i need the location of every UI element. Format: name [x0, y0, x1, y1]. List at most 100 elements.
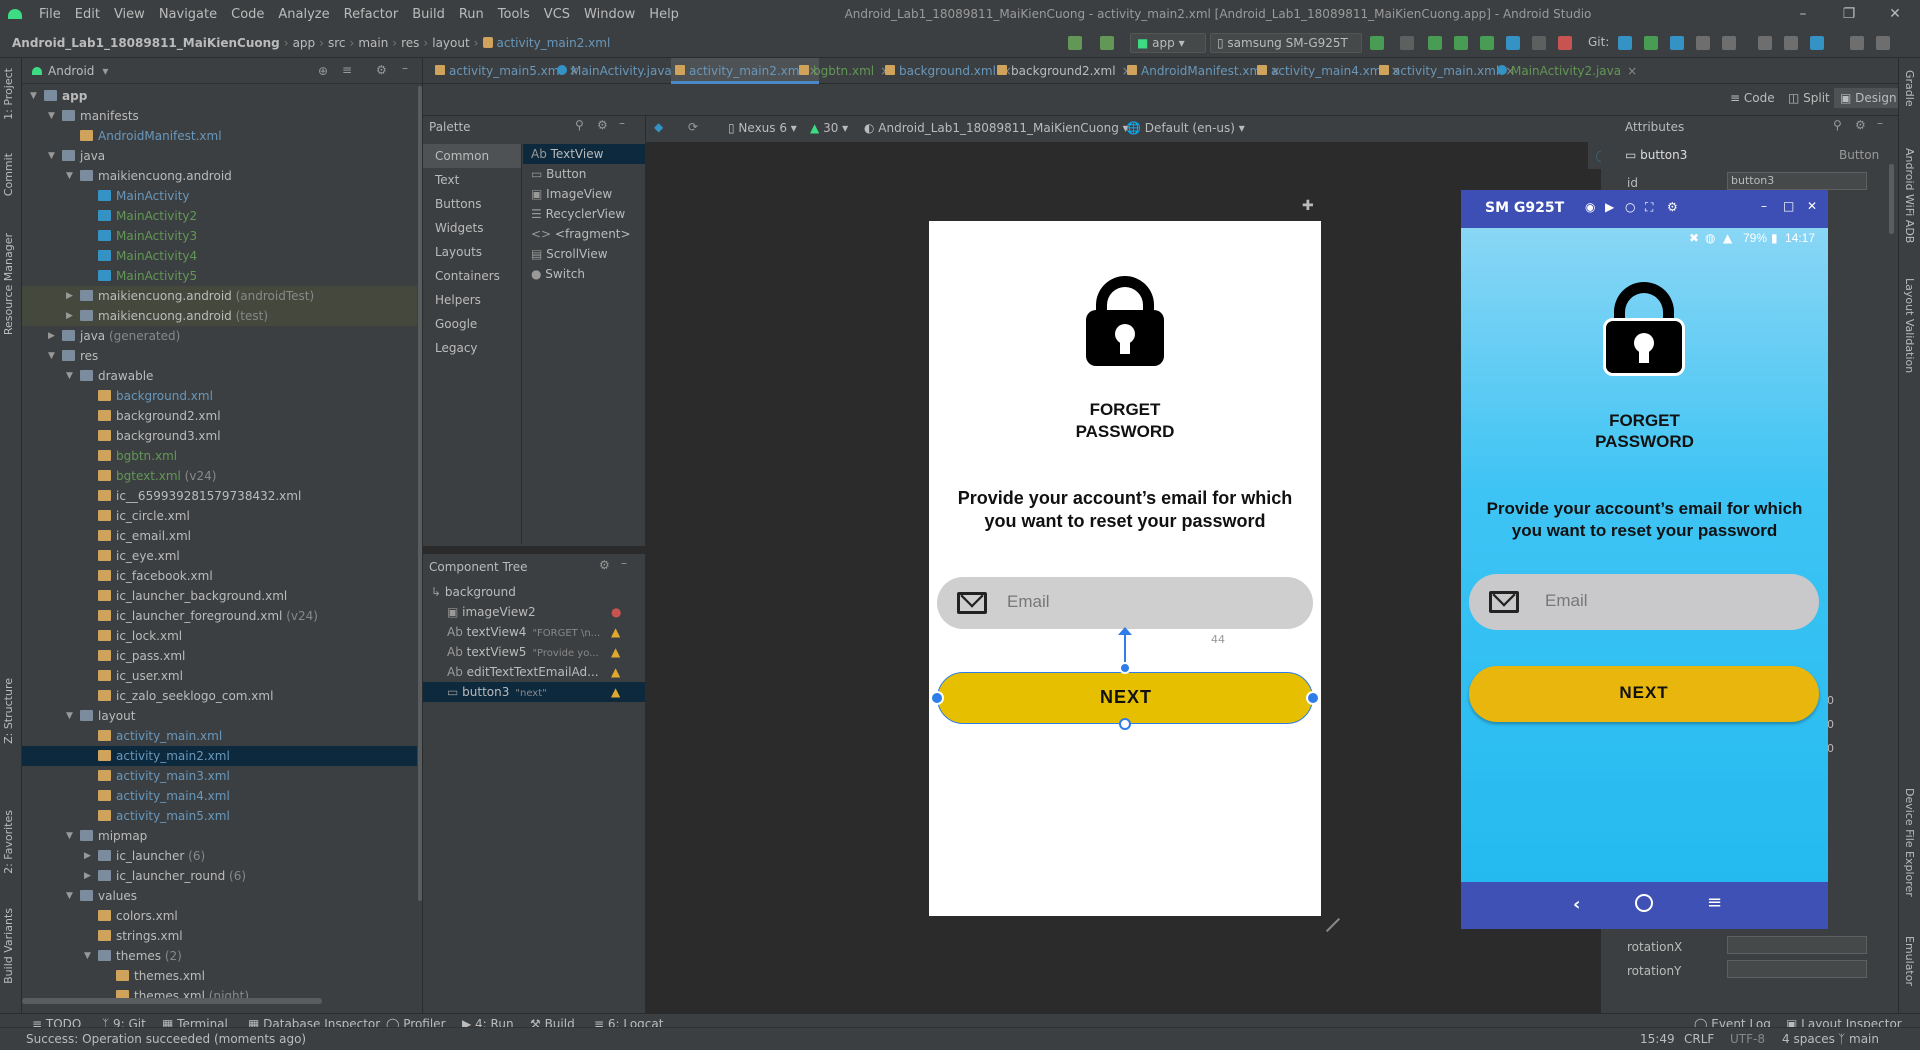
- tool-window-project[interactable]: 1: Project: [2, 68, 15, 120]
- tree-item[interactable]: MainActivity5: [22, 266, 417, 286]
- tree-scrollbar[interactable]: [418, 86, 422, 901]
- history-icon[interactable]: [1696, 36, 1710, 50]
- breadcrumb-res[interactable]: res: [401, 36, 419, 50]
- design-surface-icon[interactable]: ◆: [654, 120, 663, 134]
- debug-icon[interactable]: [1428, 36, 1442, 50]
- tree-item[interactable]: ic_zalo_seeklogo_com.xml: [22, 686, 417, 706]
- left-anchor[interactable]: [930, 691, 944, 705]
- component-tree-item[interactable]: ▭ button3 "next" ▲: [423, 682, 645, 702]
- camera-icon[interactable]: ◉: [1585, 200, 1595, 214]
- editor-tab[interactable]: background.xml×: [885, 58, 1012, 84]
- emu-close-icon[interactable]: ✕: [1807, 199, 1817, 213]
- chevron-down-icon[interactable]: ▼: [48, 346, 58, 366]
- editor-tab[interactable]: activity_main2.xml ×: [671, 58, 819, 84]
- tree-item[interactable]: AndroidManifest.xml: [22, 126, 417, 146]
- editor-tab[interactable]: bgbtn.xml×: [799, 58, 890, 84]
- palette-item[interactable]: ☰ RecyclerView: [523, 204, 645, 224]
- tree-item[interactable]: activity_main5.xml: [22, 806, 417, 826]
- recents-icon[interactable]: ≡: [1707, 892, 1722, 913]
- avd-manager-icon[interactable]: [1784, 36, 1798, 50]
- breadcrumb-src[interactable]: src: [328, 36, 346, 50]
- menu-window[interactable]: Window: [584, 7, 635, 22]
- sdk-manager-icon[interactable]: [1810, 36, 1824, 50]
- palette-item[interactable]: <> <fragment>: [523, 224, 645, 244]
- editor-tab[interactable]: background2.xml×: [997, 58, 1132, 84]
- warning-icon[interactable]: ▲: [611, 642, 620, 662]
- locale-select[interactable]: 🌐 Default (en-us) ▾: [1126, 121, 1245, 135]
- tool-window-favorites[interactable]: 2: Favorites: [2, 810, 15, 874]
- rerun-icon[interactable]: [1400, 36, 1414, 50]
- breadcrumb-app[interactable]: app: [293, 36, 316, 50]
- palette-category[interactable]: Google: [423, 312, 521, 336]
- tool-window-emulator[interactable]: Emulator: [1903, 936, 1916, 986]
- maximize-icon[interactable]: ❐: [1826, 0, 1872, 28]
- headset-icon[interactable]: ○: [1625, 200, 1635, 214]
- minimize-icon[interactable]: –: [1780, 0, 1826, 28]
- tree-item[interactable]: ▼ themes (2): [22, 946, 417, 966]
- tool-window-device-file-explorer[interactable]: Device File Explorer: [1903, 788, 1916, 897]
- tree-item[interactable]: ic_launcher_foreground.xml (v24): [22, 606, 417, 626]
- menu-refactor[interactable]: Refactor: [344, 7, 399, 22]
- palette-category[interactable]: Legacy: [423, 336, 521, 360]
- chevron-down-icon[interactable]: ▼: [48, 146, 58, 166]
- palette-category[interactable]: Buttons: [423, 192, 521, 216]
- palette-item[interactable]: Ab TextView: [523, 144, 645, 164]
- tree-item[interactable]: background3.xml: [22, 426, 417, 446]
- search-everywhere-icon[interactable]: [1850, 36, 1864, 50]
- status-message[interactable]: Success: Operation succeeded (moments ag…: [26, 1032, 306, 1046]
- tree-item[interactable]: ic_pass.xml: [22, 646, 417, 666]
- rollback-icon[interactable]: [1722, 36, 1736, 50]
- lock-icon[interactable]: [1603, 282, 1685, 376]
- tree-item[interactable]: MainActivity2: [22, 206, 417, 226]
- indent-setting[interactable]: 4 spaces: [1782, 1032, 1835, 1046]
- tree-item[interactable]: ▼ values: [22, 886, 417, 906]
- tree-item[interactable]: ic_facebook.xml: [22, 566, 417, 586]
- warning-icon[interactable]: ▲: [611, 682, 620, 702]
- device-select[interactable]: ▯ Nexus 6 ▾: [728, 121, 797, 135]
- tree-item[interactable]: ▼ manifests: [22, 106, 417, 126]
- search-icon[interactable]: ⚲: [1833, 118, 1842, 132]
- tree-hscrollbar[interactable]: [22, 998, 322, 1004]
- component-tree-item[interactable]: ▣ imageView2 ●: [423, 602, 645, 622]
- next-button[interactable]: NEXT: [1469, 666, 1819, 722]
- gear-icon[interactable]: ⚙: [1667, 200, 1678, 214]
- tree-item[interactable]: ▼ app: [22, 86, 417, 106]
- tree-item[interactable]: ▼ drawable: [22, 366, 417, 386]
- tool-window-build-variants[interactable]: Build Variants: [2, 908, 15, 984]
- pan-icon[interactable]: ✚: [1302, 198, 1314, 214]
- git-push-icon[interactable]: [1670, 36, 1684, 50]
- chevron-down-icon[interactable]: ▼: [66, 886, 76, 906]
- attach-debugger-icon[interactable]: [1454, 36, 1468, 50]
- code-mode-button[interactable]: ≡ Code: [1730, 91, 1775, 105]
- hammer-icon[interactable]: [1068, 36, 1082, 50]
- tree-item[interactable]: ▶ ic_launcher (6): [22, 846, 417, 866]
- chevron-down-icon[interactable]: ▼: [66, 366, 76, 386]
- right-anchor[interactable]: [1306, 691, 1320, 705]
- breadcrumb-layout[interactable]: layout: [432, 36, 469, 50]
- tree-item[interactable]: strings.xml: [22, 926, 417, 946]
- palette-item[interactable]: ▣ ImageView: [523, 184, 645, 204]
- line-separator[interactable]: CRLF: [1684, 1032, 1714, 1046]
- chevron-right-icon[interactable]: ▶: [48, 326, 58, 346]
- tree-item[interactable]: ▶ ic_launcher_round (6): [22, 866, 417, 886]
- tree-item[interactable]: activity_main4.xml: [22, 786, 417, 806]
- tree-item[interactable]: colors.xml: [22, 906, 417, 926]
- git-commit-icon[interactable]: [1644, 36, 1658, 50]
- file-encoding[interactable]: UTF-8: [1730, 1032, 1765, 1046]
- tree-item[interactable]: ic_email.xml: [22, 526, 417, 546]
- tree-item[interactable]: ic_circle.xml: [22, 506, 417, 526]
- apply-changes-icon[interactable]: [1506, 36, 1520, 50]
- editor-tab[interactable]: MainActivity.java×: [557, 58, 688, 84]
- orientation-icon[interactable]: ⟳: [688, 120, 698, 134]
- run-config-select[interactable]: ■ app ▾: [1130, 33, 1206, 53]
- tree-item[interactable]: activity_main2.xml: [22, 746, 417, 766]
- rotationx-input[interactable]: [1727, 936, 1867, 954]
- hide-panel-icon[interactable]: –: [619, 116, 625, 130]
- split-mode-button[interactable]: ◫ Split: [1788, 91, 1830, 105]
- top-anchor[interactable]: [1119, 662, 1131, 674]
- email-field[interactable]: Email: [937, 577, 1313, 629]
- menu-tools[interactable]: Tools: [498, 7, 530, 22]
- gear-icon[interactable]: ⚙: [376, 63, 387, 77]
- menu-run[interactable]: Run: [459, 7, 484, 22]
- tree-item[interactable]: ic_eye.xml: [22, 546, 417, 566]
